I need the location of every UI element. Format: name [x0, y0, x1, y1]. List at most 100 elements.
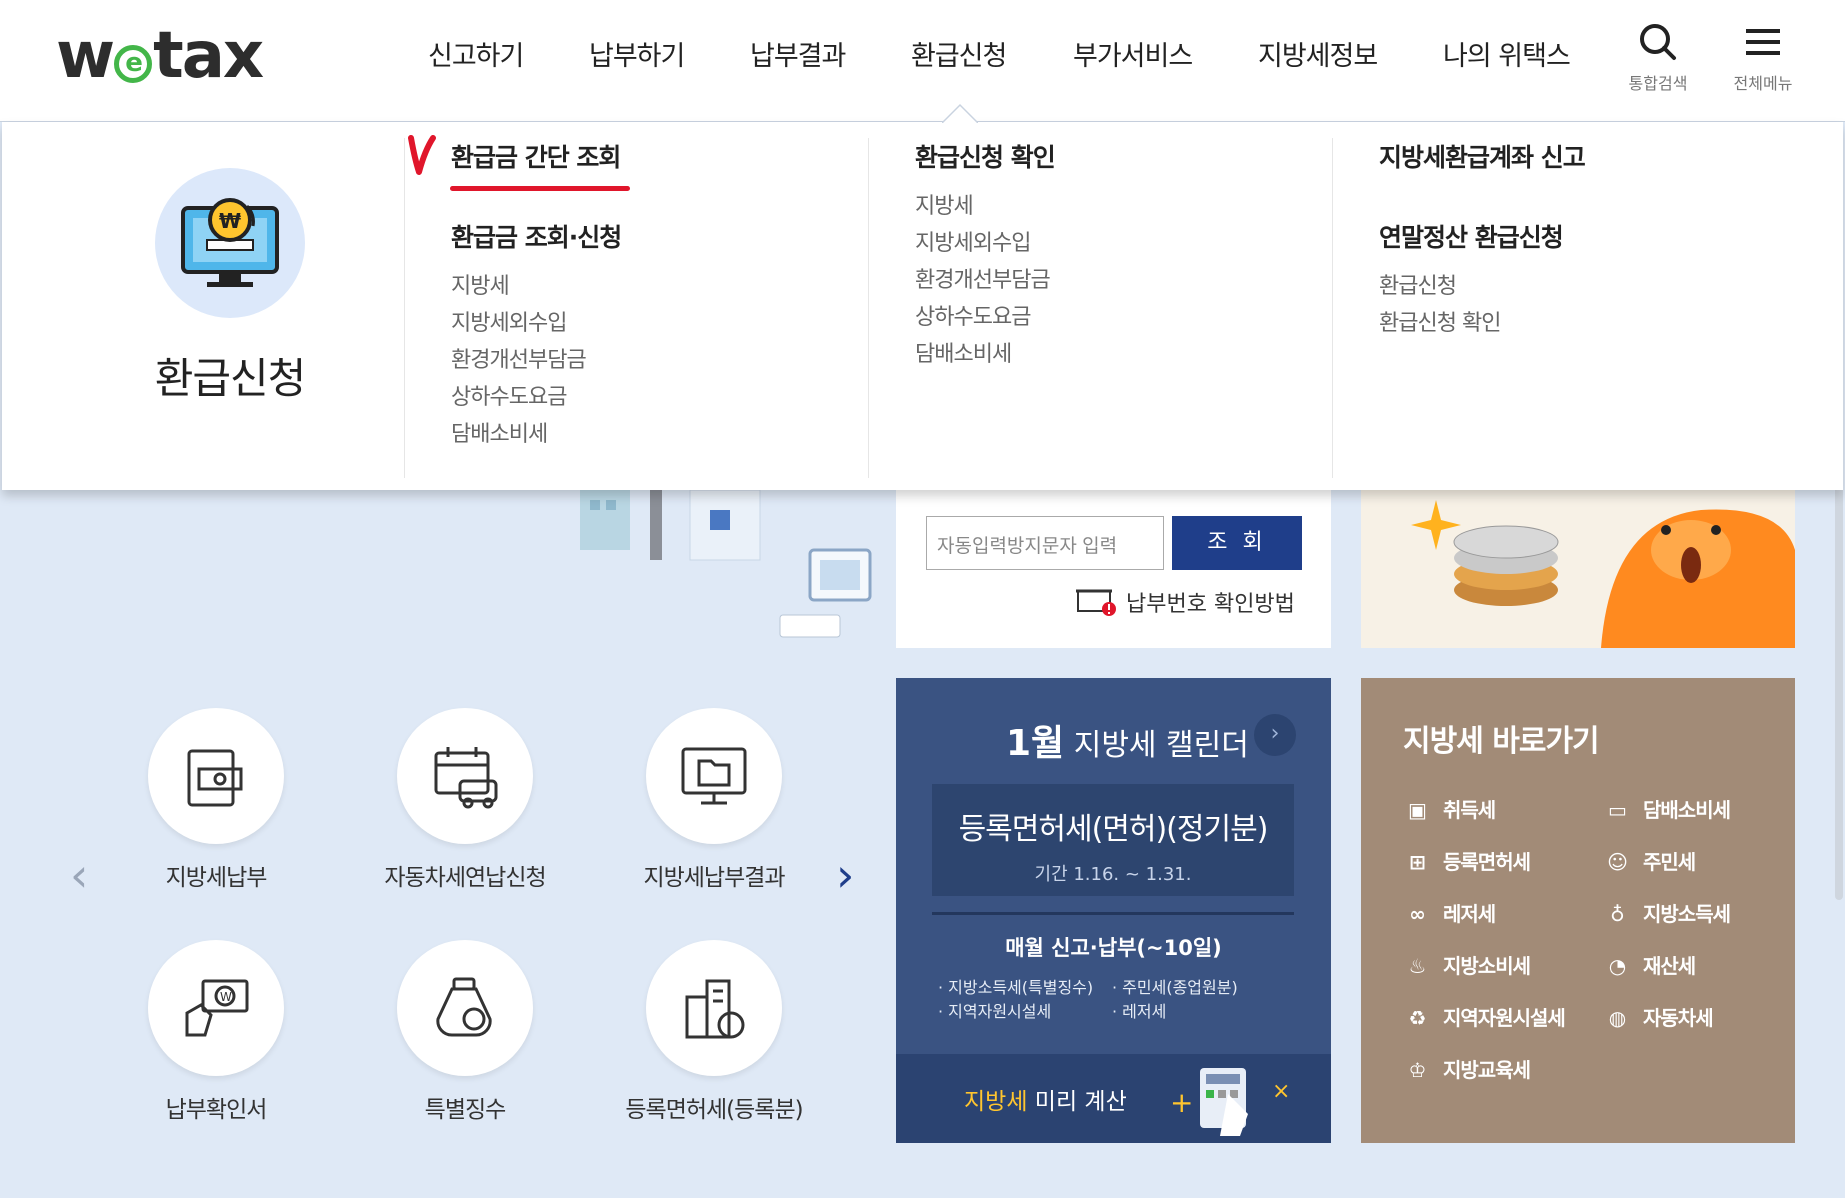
shortcut-local-income-tax[interactable]: ♁ 지방소득세 [1603, 898, 1731, 927]
hand-bill-icon: W [185, 979, 249, 1037]
mega-col-refund-check: 환급신청 확인 지방세 지방세외수입 환경개선부담금 상하수도요금 담배소비세 [868, 138, 1332, 478]
menu-item[interactable]: 지방세 [451, 268, 868, 305]
lookup-submit-button[interactable]: 조 회 [1172, 516, 1302, 570]
calendar-featured-box[interactable]: 등록면허세(면허)(정기분) 기간 1.16. ~ 1.31. [932, 784, 1294, 896]
tile-local-tax-payment-circle [148, 708, 284, 844]
menu-quick-refund-lookup[interactable]: 환급금 간단 조회 [451, 138, 868, 174]
money-pouch-icon: ♁ [1610, 902, 1625, 926]
menu-item[interactable]: 환급신청 [1379, 268, 1796, 305]
page-scrollbar[interactable] [1835, 480, 1843, 900]
tiles-prev-arrow[interactable]: ‹ [70, 848, 88, 902]
tile-payment-certificate[interactable]: W 납부확인서 [96, 940, 336, 1124]
tile-registration-license-tax-circle [646, 940, 782, 1076]
briefcase-icon: ▣ [1408, 798, 1427, 822]
tile-special-withholding[interactable]: 특별징수 [345, 940, 585, 1124]
nav-extra-services[interactable]: 부가서비스 [1073, 34, 1193, 73]
tile-special-withholding-circle [397, 940, 533, 1076]
list-item[interactable]: · 지역자원시설세 [938, 1000, 1093, 1024]
nav-pay-result[interactable]: 납부결과 [750, 34, 846, 73]
shortcuts-title: 지방세 바로가기 [1403, 724, 1600, 759]
menu-item[interactable]: 환경개선부담금 [915, 262, 1332, 299]
receipt-alert-icon [1076, 589, 1116, 616]
money-bag-icon [436, 977, 492, 1037]
shortcut-car-tax[interactable]: ◍ 자동차세 [1603, 1002, 1714, 1031]
tile-payment-certificate-circle: W [148, 940, 284, 1076]
nav-pay[interactable]: 납부하기 [589, 34, 685, 73]
tile-label: 자동차세연납신청 [384, 865, 546, 891]
paynum-help-link[interactable]: 납부번호 확인방법 [1076, 586, 1295, 618]
tile-local-tax-payment[interactable]: 지방세납부 [96, 708, 336, 892]
promo-banner[interactable] [1361, 490, 1795, 648]
calculator-hand-icon: + × [1170, 1068, 1290, 1136]
car-icon: ◍ [1608, 1006, 1626, 1030]
refund-badge: ₩ [155, 168, 305, 318]
shortcut-acquisition-tax[interactable]: ▣ 취득세 [1403, 794, 1496, 823]
menu-item[interactable]: 지방세외수입 [915, 225, 1332, 262]
tile-label: 지방세납부 [165, 865, 268, 891]
tile-label: 특별징수 [424, 1097, 507, 1123]
menu-item[interactable]: 지방세 [915, 188, 1332, 225]
shortcut-local-consumption-tax[interactable]: ♨ 지방소비세 [1403, 950, 1531, 979]
cup-icon: ♨ [1408, 954, 1427, 978]
tile-local-tax-result[interactable]: 지방세납부결과 [594, 708, 834, 892]
svg-text:+: + [1170, 1086, 1193, 1119]
tile-label: 지방세납부결과 [643, 865, 785, 891]
all-menu-label: 전체메뉴 [1733, 74, 1793, 93]
bicycle-icon: ∞ [1409, 902, 1426, 926]
nav-local-tax-info[interactable]: 지방세정보 [1258, 34, 1378, 73]
chevron-right-icon: › [1270, 721, 1280, 746]
menu-item[interactable]: 환급신청 확인 [1379, 305, 1796, 342]
tile-registration-license-tax[interactable]: 등록면허세(등록분) [594, 940, 834, 1124]
nav-my-wetax[interactable]: 나의 위택스 [1443, 34, 1571, 73]
menu-refund-account-report[interactable]: 지방세환급계좌 신고 [1379, 138, 1796, 174]
nav-report[interactable]: 신고하기 [428, 34, 524, 73]
calendar-divider [932, 912, 1294, 915]
shortcut-registration-tax[interactable]: ⊞ 등록면허세 [1403, 846, 1531, 875]
monitor-won-icon: ₩ [181, 198, 279, 287]
shortcut-tobacco-tax[interactable]: ▭ 담배소비세 [1603, 794, 1731, 823]
mega-col-refund-account: 지방세환급계좌 신고 연말정산 환급신청 환급신청 환급신청 확인 [1332, 138, 1796, 478]
list-item[interactable]: · 레저세 [1112, 1000, 1238, 1024]
all-menu-button[interactable]: 전체메뉴 [1718, 22, 1808, 94]
shortcut-resident-tax[interactable]: ☺ 주민세 [1603, 846, 1696, 875]
refund-lookup-card: 자동입력방지문자 입력 조 회 납부번호 확인방법 [896, 490, 1331, 648]
search-button[interactable]: 통합검색 [1613, 22, 1703, 94]
tax-calculator-link[interactable]: 지방세 미리 계산 + × [896, 1054, 1331, 1143]
shortcut-leisure-tax[interactable]: ∞ 레저세 [1403, 898, 1496, 927]
local-tax-calendar: 1월 지방세 캘린더 › 등록면허세(면허)(정기분) 기간 1.16. ~ 1… [896, 678, 1331, 1143]
header: w e tax 신고하기 납부하기 납부결과 환급신청 부가서비스 지방세정보 나의… [0, 0, 1845, 122]
captcha-input[interactable]: 자동입력방지문자 입력 [926, 516, 1164, 570]
menu-item[interactable]: 환경개선부담금 [451, 342, 868, 379]
menu-item[interactable]: 상하수도요금 [915, 299, 1332, 336]
shortcut-education-tax[interactable]: ♔ 지방교육세 [1403, 1054, 1531, 1083]
featured-tax: 등록면허세(면허)(정기분) [958, 812, 1269, 847]
list-item[interactable]: · 지방소득세(특별징수) [938, 976, 1093, 1000]
shortcut-property-tax[interactable]: ◔ 재산세 [1603, 950, 1696, 979]
menu-item[interactable]: 상하수도요금 [451, 379, 868, 416]
menu-item[interactable]: 담배소비세 [915, 336, 1332, 373]
menu-item[interactable]: 담배소비세 [451, 416, 868, 453]
svg-text:×: × [1272, 1079, 1290, 1104]
svg-text:W: W [220, 990, 232, 1004]
search-icon [1640, 24, 1676, 60]
svg-text:₩: ₩ [219, 209, 241, 233]
wetax-logo[interactable]: w e tax [56, 20, 264, 92]
local-tax-shortcuts: 지방세 바로가기 ▣ 취득세 ▭ 담배소비세 ⊞ 등록면허세 ☺ 주민세 ∞ 레저세 ♁ 지… [1361, 678, 1795, 1143]
plus-box-icon: ⊞ [1409, 850, 1426, 874]
search-label: 통합검색 [1628, 74, 1688, 93]
menu-item[interactable]: 지방세외수입 [451, 305, 868, 342]
monthly-list-right: · 주민세(종업원분) · 레저세 [1112, 976, 1238, 1024]
mega-menu-title: 환급신청 [154, 354, 307, 403]
list-item[interactable]: · 주민세(종업원분) [1112, 976, 1238, 1000]
tile-car-tax-annual[interactable]: 자동차세연납신청 [345, 708, 585, 892]
person-icon: ☺ [1607, 850, 1628, 874]
menu-year-end-refund[interactable]: 연말정산 환급신청 [1379, 218, 1796, 254]
calendar-next-button[interactable]: › [1254, 714, 1296, 756]
menu-refund-confirm[interactable]: 환급신청 확인 [915, 138, 1332, 174]
logo-e-mark: e [114, 45, 153, 83]
tile-car-tax-annual-circle [397, 708, 533, 844]
menu-refund-lookup-apply[interactable]: 환급금 조회·신청 [451, 218, 868, 254]
tiles-next-arrow[interactable]: › [836, 848, 854, 902]
shortcut-regional-resource-tax[interactable]: ♻ 지역자원시설세 [1403, 1002, 1566, 1031]
nav-refund[interactable]: 환급신청 [911, 34, 1007, 73]
